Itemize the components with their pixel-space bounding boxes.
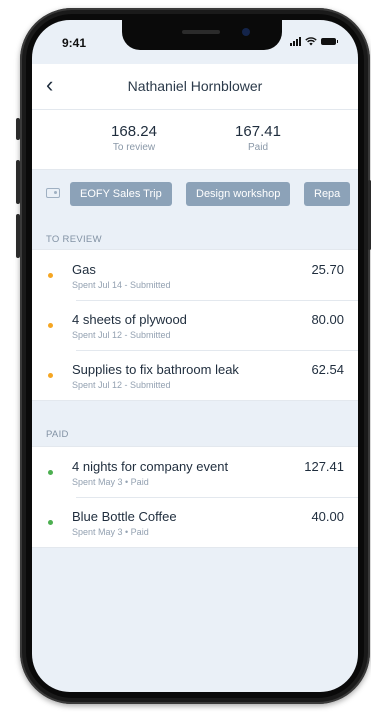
item-name: Gas: [72, 262, 96, 277]
item-amount: 40.00: [311, 509, 344, 524]
total-amount: 168.24: [111, 123, 157, 140]
section-label-paid: PAID: [46, 429, 69, 440]
item-name: 4 nights for company event: [72, 459, 229, 474]
section-label-to-review: TO REVIEW: [46, 234, 102, 245]
status-time: 9:41: [62, 36, 87, 50]
volume-up-button: [16, 160, 20, 204]
tag-chip[interactable]: EOFY Sales Trip: [70, 182, 172, 206]
item-subtitle: Spent May 3 • Paid: [72, 527, 149, 537]
signal-icon: [290, 37, 301, 46]
tag-icon[interactable]: [46, 188, 60, 198]
wifi-icon: [305, 37, 317, 46]
status-dot: [48, 373, 53, 378]
item-amount: 127.41: [304, 459, 344, 474]
tag-chip[interactable]: Repa: [304, 182, 351, 206]
status-dot: [48, 273, 53, 278]
nav-header: ‹ Nathaniel Hornblower: [32, 64, 358, 110]
battery-icon: [321, 38, 338, 45]
total-label: Paid: [247, 142, 268, 153]
notch: [122, 20, 282, 50]
tags-bar[interactable]: EOFY Sales Trip Design workshop Repa: [32, 176, 358, 214]
item-subtitle: Spent Jul 12 - Submitted: [72, 380, 171, 390]
item-amount: 62.54: [311, 362, 344, 377]
list-item[interactable]: Supplies to fix bathroom leak Spent Jul …: [32, 350, 358, 400]
status-dot: [48, 470, 53, 475]
paid-list: 4 nights for company event Spent May 3 •…: [32, 446, 358, 548]
mute-switch: [16, 118, 20, 140]
to-review-list: Gas Spent Jul 14 - Submitted 25.70 4 she…: [32, 249, 358, 401]
volume-down-button: [16, 214, 20, 258]
speaker: [182, 30, 220, 34]
item-amount: 25.70: [311, 262, 344, 277]
item-subtitle: Spent Jul 14 - Submitted: [72, 280, 171, 290]
status-dot: [48, 323, 53, 328]
list-item[interactable]: Gas Spent Jul 14 - Submitted 25.70: [32, 250, 358, 300]
total-amount: 167.41: [235, 123, 281, 140]
item-amount: 80.00: [311, 312, 344, 327]
item-name: Blue Bottle Coffee: [72, 509, 177, 524]
page-title: Nathaniel Hornblower: [127, 78, 263, 94]
phone-screen: 9:41 ‹ Nathaniel Hornblower 168.24 To re…: [32, 20, 358, 692]
tag-chip[interactable]: Design workshop: [186, 182, 291, 206]
item-subtitle: Spent May 3 • Paid: [72, 477, 149, 487]
camera: [242, 28, 250, 36]
list-item[interactable]: Blue Bottle Coffee Spent May 3 • Paid 40…: [32, 497, 358, 547]
item-name: 4 sheets of plywood: [72, 312, 187, 327]
item-name: Supplies to fix bathroom leak: [72, 362, 239, 377]
status-icons: [290, 37, 338, 46]
status-dot: [48, 520, 53, 525]
totals-summary: 168.24 To review 167.41 Paid: [32, 110, 358, 170]
total-label: To review: [112, 142, 156, 153]
total-paid[interactable]: 167.41 Paid: [208, 123, 308, 153]
item-subtitle: Spent Jul 12 - Submitted: [72, 330, 171, 340]
list-item[interactable]: 4 sheets of plywood Spent Jul 12 - Submi…: [32, 300, 358, 350]
total-to-review[interactable]: 168.24 To review: [84, 123, 184, 153]
list-item[interactable]: 4 nights for company event Spent May 3 •…: [32, 447, 358, 497]
